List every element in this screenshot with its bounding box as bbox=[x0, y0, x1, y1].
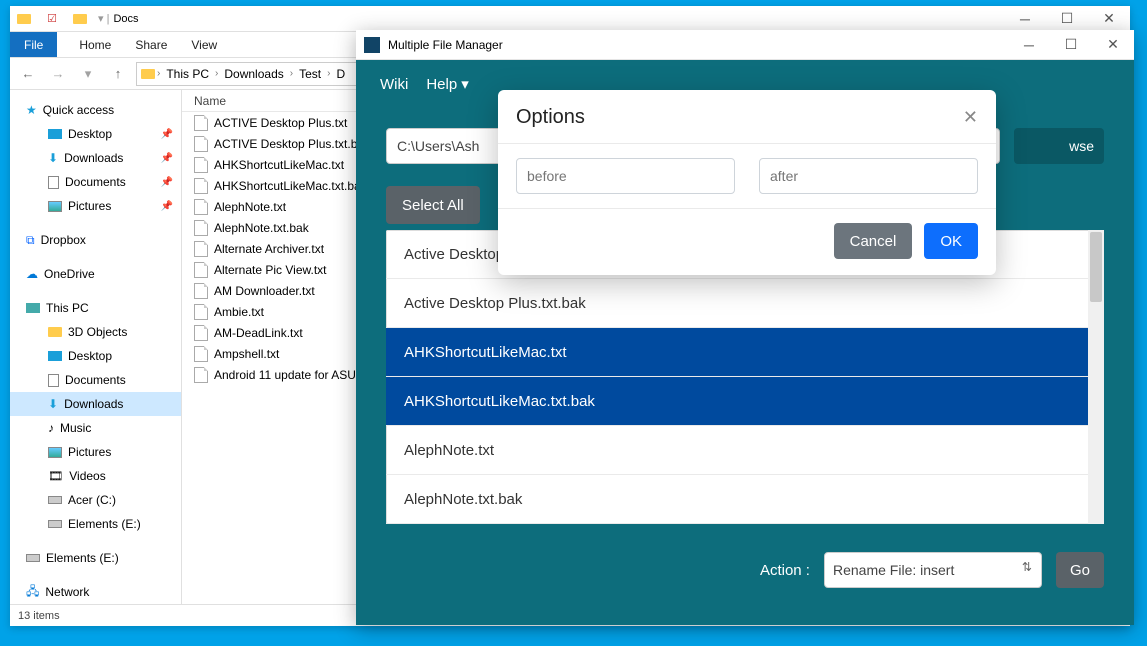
action-row: Action : Rename File: insert Go bbox=[386, 552, 1104, 588]
minimize-button[interactable]: ─ bbox=[1008, 30, 1050, 60]
file-icon bbox=[194, 346, 208, 362]
app-icon bbox=[364, 37, 380, 53]
file-icon bbox=[194, 115, 208, 131]
minimize-button[interactable]: ─ bbox=[1004, 6, 1046, 32]
file-icon bbox=[194, 367, 208, 383]
close-icon[interactable]: ✕ bbox=[963, 107, 978, 128]
nav-item-selected[interactable]: ⬇Downloads bbox=[10, 392, 181, 416]
mfm-file-row[interactable]: AHKShortcutLikeMac.txt.bak bbox=[386, 377, 1104, 426]
nav-quick-access[interactable]: ★Quick access bbox=[10, 98, 181, 122]
browse-button[interactable]: wse bbox=[1014, 128, 1104, 164]
nav-onedrive[interactable]: ☁OneDrive bbox=[10, 262, 181, 286]
file-icon bbox=[194, 241, 208, 257]
app-title: Multiple File Manager bbox=[388, 38, 503, 52]
file-icon bbox=[194, 262, 208, 278]
nav-item[interactable]: Elements (E:) bbox=[10, 512, 181, 536]
go-button[interactable]: Go bbox=[1056, 552, 1104, 588]
file-icon bbox=[194, 304, 208, 320]
action-label: Action : bbox=[760, 562, 810, 579]
recent-dropdown[interactable]: ▾ bbox=[76, 62, 100, 86]
file-icon bbox=[194, 136, 208, 152]
close-button[interactable]: ✕ bbox=[1092, 30, 1134, 60]
folder-icon bbox=[141, 69, 155, 79]
nav-item[interactable]: Acer (C:) bbox=[10, 488, 181, 512]
mfm-file-row[interactable]: AHKShortcutLikeMac.txt bbox=[386, 328, 1104, 377]
maximize-button[interactable]: ☐ bbox=[1046, 6, 1088, 32]
mfm-titlebar: Multiple File Manager ─ ☐ ✕ bbox=[356, 30, 1134, 60]
file-icon bbox=[194, 325, 208, 341]
file-icon bbox=[194, 178, 208, 194]
modal-title: Options bbox=[516, 106, 585, 129]
before-input[interactable] bbox=[516, 158, 735, 194]
up-button[interactable]: ↑ bbox=[106, 62, 130, 86]
file-icon bbox=[194, 157, 208, 173]
window-title: Docs bbox=[113, 13, 138, 25]
forward-button[interactable]: → bbox=[46, 62, 70, 86]
nav-network[interactable]: 🖧Network bbox=[10, 580, 181, 604]
after-input[interactable] bbox=[759, 158, 978, 194]
nav-this-pc[interactable]: This PC bbox=[10, 296, 181, 320]
back-button[interactable]: ← bbox=[16, 62, 40, 86]
mfm-file-row[interactable]: AlephNote.txt.bak bbox=[386, 475, 1104, 524]
explorer-titlebar: ☑ ▾ | Docs ─ ☐ ✕ bbox=[10, 6, 1130, 32]
options-modal: Options ✕ Cancel OK bbox=[498, 90, 996, 275]
action-select[interactable]: Rename File: insert bbox=[824, 552, 1042, 588]
folder-icon bbox=[70, 9, 90, 29]
nav-elements[interactable]: Elements (E:) bbox=[10, 546, 181, 570]
nav-item[interactable]: Pictures bbox=[10, 440, 181, 464]
nav-item[interactable]: Documents📌 bbox=[10, 170, 181, 194]
nav-item[interactable]: 🎞Videos bbox=[10, 464, 181, 488]
close-button[interactable]: ✕ bbox=[1088, 6, 1130, 32]
cancel-button[interactable]: Cancel bbox=[834, 223, 913, 259]
tab-home[interactable]: Home bbox=[67, 32, 123, 57]
nav-item[interactable]: 3D Objects bbox=[10, 320, 181, 344]
nav-item[interactable]: Desktop bbox=[10, 344, 181, 368]
nav-item[interactable]: Desktop📌 bbox=[10, 122, 181, 146]
select-all-button[interactable]: Select All bbox=[386, 186, 480, 224]
file-icon bbox=[194, 199, 208, 215]
maximize-button[interactable]: ☐ bbox=[1050, 30, 1092, 60]
mfm-file-row[interactable]: Active Desktop Plus.txt.bak bbox=[386, 279, 1104, 328]
folder-icon bbox=[14, 9, 34, 29]
file-icon bbox=[194, 220, 208, 236]
file-icon bbox=[194, 283, 208, 299]
mfm-file-row[interactable]: AlephNote.txt bbox=[386, 426, 1104, 475]
scrollbar[interactable] bbox=[1088, 230, 1104, 524]
tab-share[interactable]: Share bbox=[123, 32, 179, 57]
nav-item[interactable]: Documents bbox=[10, 368, 181, 392]
tab-view[interactable]: View bbox=[179, 32, 229, 57]
nav-item[interactable]: ⬇Downloads📌 bbox=[10, 146, 181, 170]
menu-wiki[interactable]: Wiki bbox=[380, 76, 408, 93]
nav-item[interactable]: Pictures📌 bbox=[10, 194, 181, 218]
menu-help[interactable]: Help▾ bbox=[426, 75, 468, 93]
qat-icon[interactable]: ☑ bbox=[42, 9, 62, 29]
chevron-down-icon: ▾ bbox=[461, 75, 469, 93]
nav-item[interactable]: ♪Music bbox=[10, 416, 181, 440]
tab-file[interactable]: File bbox=[10, 32, 57, 57]
nav-dropbox[interactable]: ⧉Dropbox bbox=[10, 228, 181, 252]
ok-button[interactable]: OK bbox=[924, 223, 978, 259]
nav-pane: ★Quick access Desktop📌 ⬇Downloads📌 Docum… bbox=[10, 90, 182, 604]
